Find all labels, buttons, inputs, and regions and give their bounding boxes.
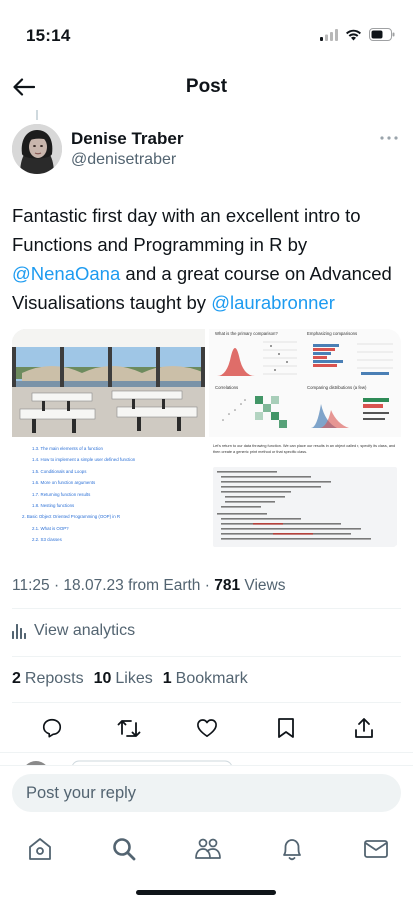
toc-item: 1.7. Returning function results — [32, 491, 91, 497]
share-button[interactable] — [350, 714, 378, 742]
communities-icon — [195, 838, 221, 859]
status-bar: 15:14 — [0, 0, 413, 60]
mention-link[interactable]: @laurabronner — [211, 292, 335, 313]
media-slide-code[interactable]: Let's return to our data throwing functi… — [209, 441, 401, 549]
repost-button[interactable] — [115, 714, 143, 742]
tweet-text-part: Fantastic first day with an excellent in… — [12, 205, 361, 255]
more-options-button[interactable] — [377, 128, 401, 148]
reposts-label: Reposts — [24, 670, 84, 687]
bookmark-button[interactable] — [272, 714, 300, 742]
mail-icon — [364, 840, 388, 858]
views-count: 781 — [214, 577, 241, 594]
like-button[interactable] — [193, 714, 221, 742]
view-analytics-label: View analytics — [34, 622, 136, 639]
engagement-stats: 2 Reposts 10 Likes 1 Bookmark — [12, 670, 248, 688]
comment-icon — [42, 718, 62, 738]
wifi-icon — [345, 28, 362, 46]
status-icons — [320, 28, 395, 46]
thread-connector — [36, 110, 38, 120]
post-source: from Earth — [128, 577, 201, 594]
view-analytics-button[interactable]: View analytics — [12, 622, 135, 640]
media-slide-toc[interactable]: 1.3. The main elements of a function 1.4… — [12, 441, 205, 549]
heart-icon — [197, 719, 217, 737]
bookmark-icon — [278, 718, 294, 738]
share-icon — [355, 718, 373, 738]
likes-label: Likes — [115, 670, 153, 687]
reposts-stat[interactable]: 2 Reposts — [12, 670, 84, 688]
media-photo-classroom[interactable] — [12, 329, 205, 437]
code-intro-text: Let's return to our data throwing functi… — [213, 444, 396, 454]
toc-item: 2. Basic Object Oriented Programming (OO… — [22, 514, 121, 520]
tab-messages[interactable] — [360, 833, 392, 865]
bar-chart-icon — [12, 623, 26, 639]
top-nav: Post — [0, 60, 413, 114]
post-time: 11:25 — [12, 577, 50, 594]
bell-icon — [283, 839, 301, 861]
post-date: 18.07.23 — [63, 577, 124, 594]
tab-search[interactable] — [108, 833, 140, 865]
tab-notifications[interactable] — [276, 833, 308, 865]
divider — [0, 752, 413, 753]
author-handle[interactable]: @denisetraber — [71, 151, 176, 169]
toc-item: 1.8. Nesting functions — [32, 503, 75, 509]
divider — [12, 608, 401, 609]
toc-item: 1.5. Conditionals and Loops — [32, 468, 87, 474]
chart-panel: Emphasizing comparisons — [307, 331, 397, 381]
views-label: Views — [244, 577, 286, 594]
toc-item: 1.6. More on function arguments — [32, 480, 96, 486]
bookmarks-count: 1 — [162, 670, 172, 687]
media-grid: What is the primary comparison? Emphasiz… — [12, 329, 401, 549]
toc-item: 1.3. The main elements of a function — [32, 446, 103, 451]
likes-count: 10 — [93, 670, 112, 687]
reply-input[interactable] — [12, 774, 401, 812]
chart-panel: What is the primary comparison? — [215, 331, 300, 381]
status-time: 15:14 — [26, 26, 71, 45]
toc-item: 2.2. S3 classes — [32, 537, 62, 543]
tweet-text: Fantastic first day with an excellent in… — [12, 201, 404, 317]
mention-link[interactable]: @NenaOana — [12, 263, 120, 284]
bookmarks-label: Bookmark — [175, 670, 248, 687]
bottom-tab-bar — [0, 825, 413, 875]
media-slide-charts[interactable]: What is the primary comparison? Emphasiz… — [209, 329, 401, 437]
battery-icon — [369, 28, 395, 46]
repost-icon — [117, 720, 141, 737]
action-bar — [0, 710, 413, 746]
signal-icon — [320, 28, 338, 46]
chart-panel: Comparing distributions (a few) — [307, 385, 397, 435]
home-indicator — [136, 890, 276, 895]
toc-item: 1.4. How to implement a simple user defi… — [32, 457, 136, 463]
home-icon — [29, 838, 51, 860]
search-icon — [113, 838, 136, 861]
reply-button[interactable] — [38, 714, 66, 742]
reply-composer — [0, 765, 413, 825]
chart-panel: Correlations — [215, 385, 300, 435]
more-horizontal-icon — [380, 136, 398, 140]
divider — [12, 656, 401, 657]
bookmarks-stat[interactable]: 1 Bookmark — [163, 670, 248, 688]
tab-communities[interactable] — [192, 833, 224, 865]
toc-list: 1.3. The main elements of a function 1.4… — [22, 443, 202, 546]
page-title: Post — [185, 76, 228, 97]
avatar[interactable] — [12, 124, 62, 174]
author-name[interactable]: Denise Traber — [71, 129, 183, 149]
likes-stat[interactable]: 10 Likes — [94, 670, 153, 688]
divider — [12, 702, 401, 703]
toc-item: 2.1. What is OOP? — [32, 525, 69, 531]
reposts-count: 2 — [12, 670, 21, 687]
post-metadata: 11:25 · 18.07.23 from Earth · 781 Views — [12, 577, 286, 594]
tab-home[interactable] — [24, 833, 56, 865]
code-block — [213, 467, 397, 547]
